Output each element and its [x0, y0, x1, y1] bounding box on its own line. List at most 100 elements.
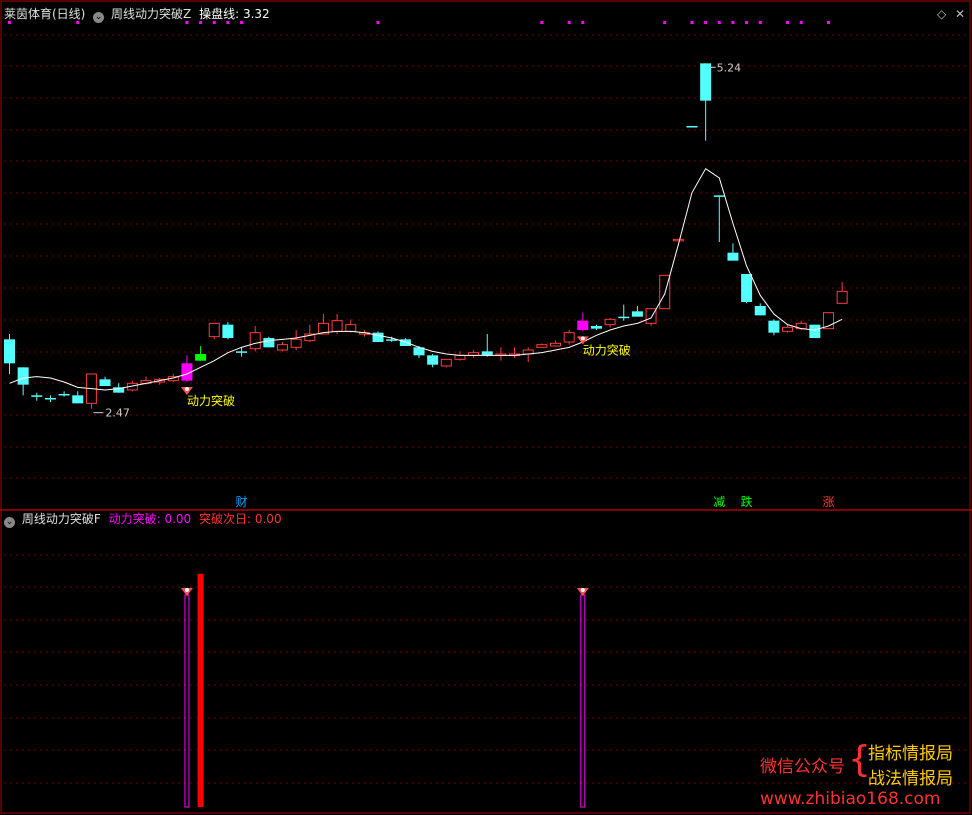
- top-dot: [376, 21, 380, 24]
- candle: [618, 304, 630, 321]
- candle: [631, 306, 643, 317]
- candle: [700, 63, 712, 141]
- sub-signal-dot: [580, 588, 585, 592]
- candle: [536, 343, 548, 348]
- sub-bar: [580, 594, 586, 808]
- sub-header: ⌄ 周线动力突破F 动力突破: 0.00 突破次日: 0.00: [4, 512, 282, 528]
- candle-body: [768, 320, 780, 333]
- top-dot: [758, 21, 762, 24]
- candle: [509, 347, 521, 358]
- candle-body: [809, 324, 821, 338]
- chart-canvas: 5.242.47动力突破动力突破财减跌涨: [0, 0, 972, 814]
- candle: [208, 322, 220, 340]
- marker-label: 涨: [823, 494, 835, 509]
- signal-icon-dot: [580, 336, 585, 341]
- top-dot: [827, 21, 830, 24]
- candle: [672, 238, 684, 242]
- candle-body: [277, 344, 288, 351]
- top-dot: [731, 21, 735, 24]
- sub-signal-dot: [184, 588, 189, 592]
- candle: [263, 336, 275, 348]
- watermark-name-2: 战法情报局: [868, 769, 953, 789]
- candle: [836, 282, 848, 304]
- annotations: 5.242.47动力突破动力突破财减跌涨: [93, 61, 835, 509]
- marker-label: 财: [236, 495, 248, 509]
- stock-label: 莱茵体育(日线): [4, 7, 86, 21]
- candle-body: [208, 322, 220, 338]
- candle: [727, 243, 739, 261]
- operating-line: [9, 167, 843, 391]
- candle-body: [58, 394, 70, 396]
- candle-body: [17, 367, 29, 385]
- candle-body: [399, 339, 411, 346]
- sub-bar: [197, 573, 204, 807]
- candle: [72, 391, 84, 404]
- main-header: 莱茵体育(日线) ⌄ 周线动力突破Z 操盘线: 3.32: [4, 7, 270, 23]
- indicator-name: 周线动力突破Z: [111, 7, 192, 21]
- high-label: 5.24: [717, 61, 742, 74]
- candle: [99, 376, 111, 386]
- signal-icon-dot: [184, 387, 189, 391]
- candle-body: [672, 238, 684, 242]
- candle-body: [713, 195, 725, 197]
- grid-lines: [4, 34, 968, 784]
- wechat-label: 微信公众号: [760, 757, 845, 777]
- candle: [345, 319, 357, 333]
- diamond-icon[interactable]: ◇: [937, 7, 946, 21]
- close-icon[interactable]: ✕: [955, 7, 965, 21]
- candle: [550, 340, 561, 347]
- candle: [58, 391, 70, 397]
- sub-collapse-icon[interactable]: ⌄: [4, 517, 15, 528]
- candle: [741, 274, 753, 304]
- candle-body: [331, 320, 343, 332]
- candle: [468, 350, 480, 358]
- candle: [290, 330, 302, 350]
- candle-body: [454, 354, 466, 360]
- candle: [809, 324, 821, 338]
- candle: [768, 319, 780, 336]
- candle-body: [604, 318, 616, 326]
- top-dot: [540, 21, 544, 24]
- candle-body: [754, 306, 766, 316]
- candle-body: [427, 355, 439, 365]
- candle-body: [727, 252, 739, 261]
- top-dot: [704, 21, 708, 24]
- candle-body: [700, 63, 712, 101]
- candle: [4, 334, 15, 374]
- candle-body: [249, 332, 261, 350]
- candle-body: [44, 398, 56, 400]
- candle-body: [263, 338, 275, 348]
- candle-body: [372, 332, 384, 342]
- watermark-name-1: 指标情报局: [868, 744, 953, 764]
- line-value: 3.32: [242, 7, 270, 21]
- signal-label: 动力突破: [583, 342, 631, 357]
- series1-value: 0.00: [164, 512, 192, 526]
- candle-body: [236, 351, 248, 353]
- candle-body: [577, 320, 589, 330]
- candle: [181, 355, 193, 382]
- top-dot: [786, 21, 790, 24]
- signal-label: 动力突破: [187, 393, 235, 408]
- series2-label: 突破次日: [198, 512, 247, 526]
- collapse-icon[interactable]: ⌄: [93, 12, 105, 23]
- candle: [713, 195, 725, 242]
- candle-body: [590, 326, 602, 329]
- candle: [222, 322, 234, 340]
- candle: [427, 354, 439, 368]
- candle: [44, 395, 56, 402]
- candle-body: [836, 290, 848, 304]
- candle-body: [99, 379, 111, 386]
- marker-label: 跌: [741, 494, 753, 509]
- candle-body: [782, 326, 794, 332]
- series2-value: 0.00: [254, 512, 282, 526]
- candle: [604, 318, 616, 328]
- candle: [590, 324, 602, 330]
- sub-bar: [184, 594, 190, 808]
- candle-body: [31, 395, 43, 397]
- candle-body: [440, 358, 452, 367]
- candle-body: [4, 339, 15, 364]
- top-dot: [581, 21, 585, 24]
- candle: [563, 330, 575, 345]
- candle-body: [345, 324, 357, 332]
- candle: [304, 324, 316, 342]
